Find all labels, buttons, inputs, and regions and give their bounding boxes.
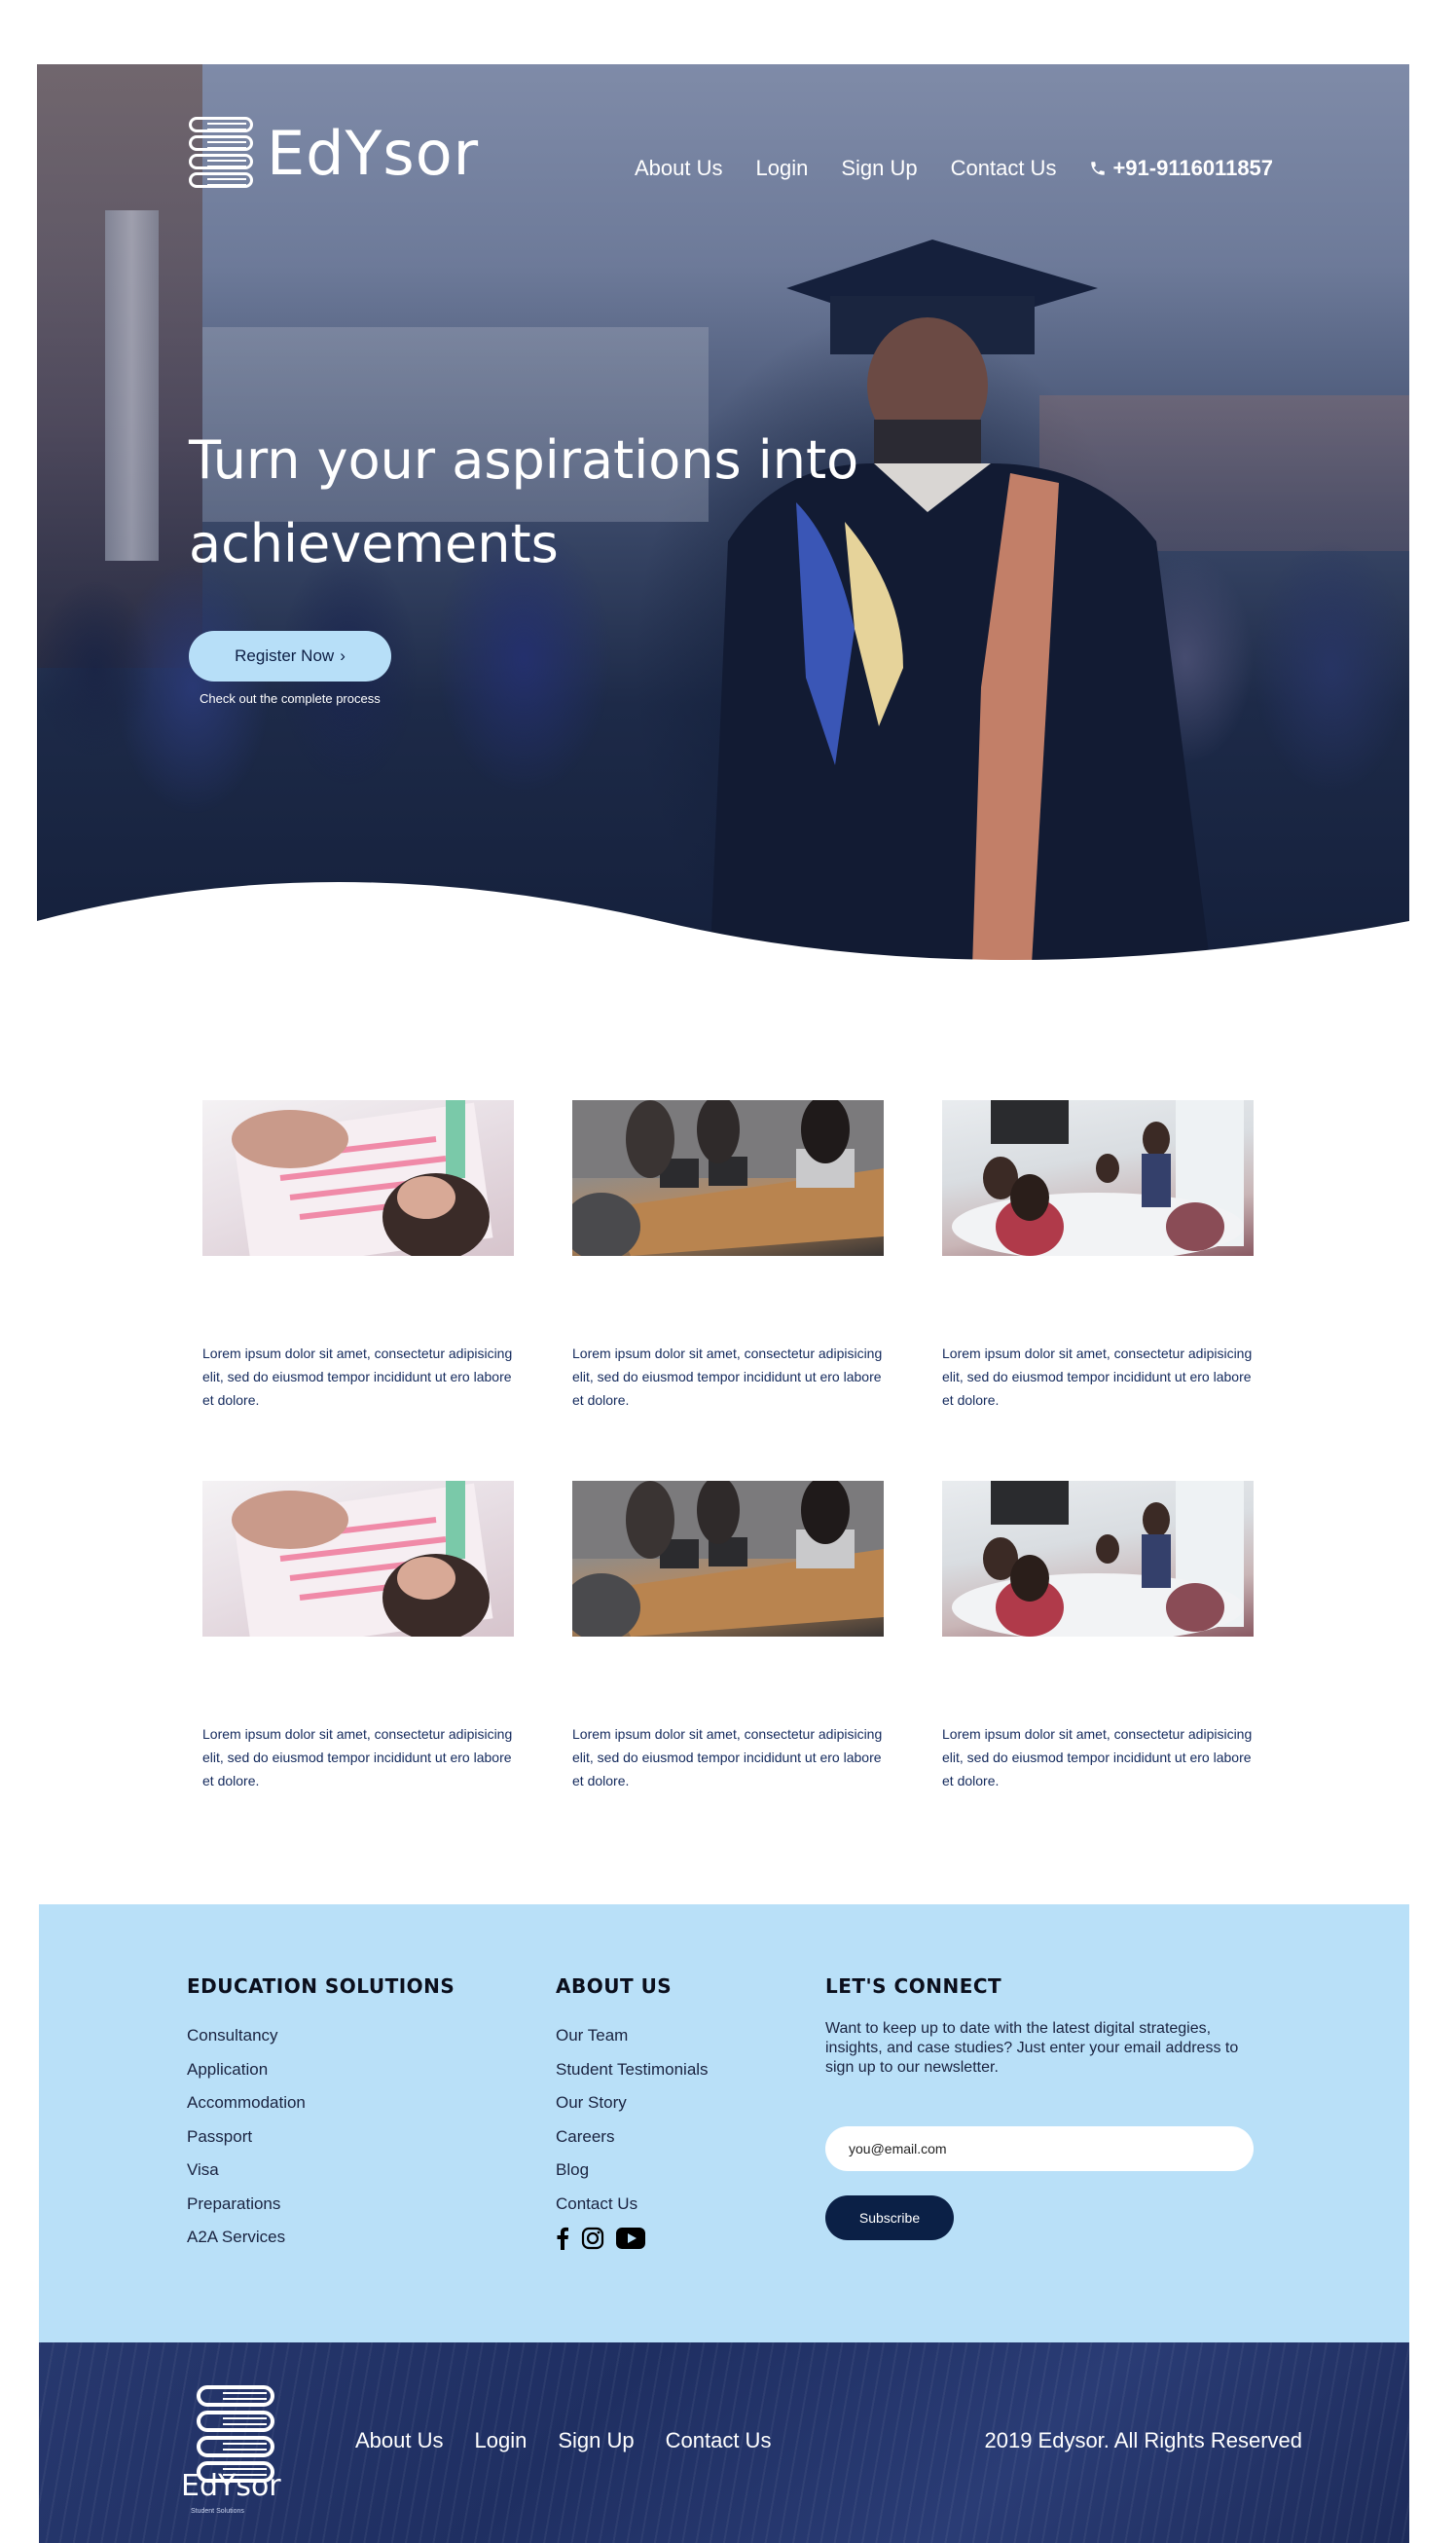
phone-icon <box>1091 162 1106 175</box>
hero-subtext: Check out the complete process <box>200 691 381 706</box>
footer-link-passport[interactable]: Passport <box>187 2120 455 2155</box>
newsletter-description: Want to keep up to date with the latest … <box>825 2020 1239 2076</box>
feature-card: Lorem ipsum dolor sit amet, consectetur … <box>942 1481 1254 1788</box>
card-text: Lorem ipsum dolor sit amet, consectetur … <box>202 1726 513 1788</box>
footer-nav-sign-up[interactable]: Sign Up <box>558 2428 634 2453</box>
notes-photo <box>202 1100 514 1256</box>
footer-link-application[interactable]: Application <box>187 2053 455 2087</box>
chevron-right-icon: › <box>340 646 346 665</box>
footer-links-section: EDUCATION SOLUTIONS Consultancy Applicat… <box>39 1904 1409 2342</box>
education-solutions-column: EDUCATION SOLUTIONS Consultancy Applicat… <box>187 1974 455 2255</box>
hero-bg-pillar <box>105 210 159 561</box>
footer-link-accommodation[interactable]: Accommodation <box>187 2086 455 2120</box>
footer-link-student-testimonials[interactable]: Student Testimonials <box>556 2053 709 2087</box>
footer-brand-tagline: Student Solutions <box>191 2508 244 2515</box>
hero-wave-divider <box>37 882 1409 979</box>
card-text: Lorem ipsum dolor sit amet, consectetur … <box>942 1345 1253 1408</box>
lets-connect-column: LET'S CONNECT Want to keep up to date wi… <box>825 1974 1273 2267</box>
classroom-photo <box>942 1100 1254 1256</box>
hero-title: Turn your aspirations into achievements <box>189 429 859 574</box>
feature-card: Lorem ipsum dolor sit amet, consectetur … <box>202 1481 514 1788</box>
column-title: EDUCATION SOLUTIONS <box>187 1974 455 1998</box>
column-title: LET'S CONNECT <box>825 1974 1002 1998</box>
card-text: Lorem ipsum dolor sit amet, consectetur … <box>202 1345 513 1408</box>
footer-nav-login[interactable]: Login <box>475 2428 528 2453</box>
feature-card: Lorem ipsum dolor sit amet, consectetur … <box>572 1100 884 1408</box>
about-us-column: ABOUT US Our Team Student Testimonials O… <box>556 1974 709 2250</box>
footer-brand-name: EdYsor <box>181 2469 281 2503</box>
nav-sign-up[interactable]: Sign Up <box>841 156 917 181</box>
social-links <box>556 2227 709 2250</box>
phone-contact[interactable]: +91-9116011857 <box>1089 156 1273 181</box>
instagram-icon[interactable] <box>581 2227 604 2250</box>
card-text: Lorem ipsum dolor sit amet, consectetur … <box>572 1345 883 1408</box>
feature-card: Lorem ipsum dolor sit amet, consectetur … <box>572 1481 884 1788</box>
brand-logo[interactable]: EdYsor <box>189 115 479 193</box>
facebook-icon[interactable] <box>556 2227 569 2250</box>
youtube-icon[interactable] <box>616 2227 645 2250</box>
nav-contact-us[interactable]: Contact Us <box>951 156 1057 181</box>
footer-link-blog[interactable]: Blog <box>556 2154 709 2188</box>
subscribe-button[interactable]: Subscribe <box>825 2195 954 2240</box>
card-text: Lorem ipsum dolor sit amet, consectetur … <box>572 1726 883 1788</box>
footer-link-a2a-services[interactable]: A2A Services <box>187 2221 455 2255</box>
footer-link-consultancy[interactable]: Consultancy <box>187 2019 455 2053</box>
newsletter-email-input[interactable] <box>825 2126 1254 2171</box>
meeting-photo <box>572 1100 884 1256</box>
meeting-photo <box>572 1481 884 1637</box>
footer-link-our-team[interactable]: Our Team <box>556 2019 709 2053</box>
feature-card: Lorem ipsum dolor sit amet, consectetur … <box>942 1100 1254 1408</box>
column-title: ABOUT US <box>556 1974 673 1998</box>
card-text: Lorem ipsum dolor sit amet, consectetur … <box>942 1726 1253 1788</box>
nav-about-us[interactable]: About Us <box>635 156 723 181</box>
footer-link-careers[interactable]: Careers <box>556 2120 709 2155</box>
nav-login[interactable]: Login <box>756 156 809 181</box>
footer-link-visa[interactable]: Visa <box>187 2154 455 2188</box>
copyright-text: 2019 Edysor. All Rights Reserved <box>984 2428 1302 2452</box>
footer-link-preparations[interactable]: Preparations <box>187 2188 455 2222</box>
books-logo-icon <box>189 115 257 193</box>
notes-photo <box>202 1481 514 1637</box>
classroom-photo <box>942 1481 1254 1637</box>
brand-name: EdYsor <box>267 118 480 189</box>
footer-link-contact-us[interactable]: Contact Us <box>556 2188 709 2222</box>
footer-nav: About Us Login Sign Up Contact Us <box>355 2428 771 2453</box>
footer-bottom-bar: EdYsor Student Solutions About Us Login … <box>39 2342 1409 2543</box>
footer-link-our-story[interactable]: Our Story <box>556 2086 709 2120</box>
footer-nav-contact-us[interactable]: Contact Us <box>666 2428 772 2453</box>
phone-number: +91-9116011857 <box>1112 156 1274 180</box>
footer-nav-about-us[interactable]: About Us <box>355 2428 444 2453</box>
register-now-button[interactable]: Register Now › <box>189 631 391 682</box>
register-now-label: Register Now <box>235 646 335 665</box>
top-nav: About Us Login Sign Up Contact Us +91-91… <box>635 156 1273 181</box>
feature-card: Lorem ipsum dolor sit amet, consectetur … <box>202 1100 514 1408</box>
